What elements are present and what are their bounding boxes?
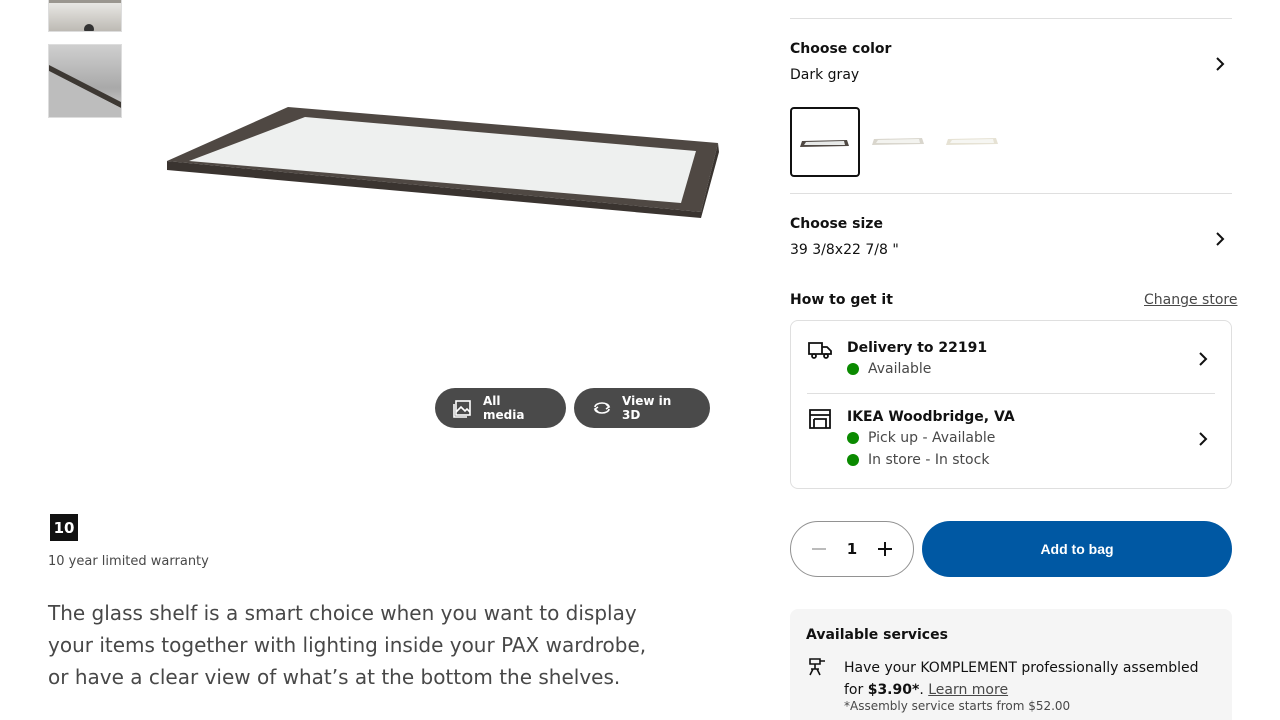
status-dot [847, 363, 859, 375]
increase-quantity-button[interactable] [875, 539, 895, 559]
chevron-right-icon[interactable] [1195, 351, 1211, 367]
delivery-title[interactable]: Delivery to 22191 [847, 340, 987, 356]
rotate-3d-icon [592, 398, 612, 418]
learn-more-link[interactable]: Learn more [928, 682, 1008, 698]
product-description: The glass shelf is a smart choice when y… [48, 601, 647, 689]
add-to-bag-button[interactable]: Add to bag [922, 521, 1232, 577]
status-dot [847, 432, 859, 444]
available-services-panel: Available services Have your KOMPLEMENT … [790, 609, 1232, 720]
decrease-quantity-button[interactable] [809, 539, 829, 559]
choose-size-heading[interactable]: Choose size [790, 216, 883, 232]
view-in-3d-label: View in 3D [622, 394, 672, 422]
selected-color: Dark gray [790, 67, 860, 83]
delivery-status: Available [847, 361, 931, 377]
chevron-right-icon[interactable] [1212, 56, 1228, 72]
minus-icon [812, 548, 826, 550]
delivery-status-text: Available [868, 361, 932, 377]
all-media-button[interactable]: All media [435, 388, 566, 428]
availability-card: Delivery to 22191 Available IKEA Woodbri… [790, 320, 1232, 489]
thumbnail-glass-edge-graphic [49, 65, 121, 117]
store-title[interactable]: IKEA Woodbridge, VA [847, 409, 1015, 425]
assembly-tool-icon [809, 658, 825, 676]
quantity-value[interactable]: 1 [847, 540, 857, 558]
gallery-icon [453, 398, 473, 418]
divider [790, 18, 1232, 19]
view-in-3d-button[interactable]: View in 3D [574, 388, 710, 428]
warranty-badge: 10 [50, 514, 78, 541]
assembly-footnote: *Assembly service starts from $52.00 [844, 699, 1071, 713]
selected-size: 39 3/8x22 7/8 " [790, 242, 899, 258]
color-swatch-dark-gray[interactable] [790, 107, 860, 177]
divider [807, 393, 1215, 394]
how-to-get-it-heading: How to get it [790, 292, 893, 308]
truck-icon [808, 342, 832, 359]
pickup-status: Pick up - Available [847, 430, 995, 446]
warranty-text: 10 year limited warranty [48, 554, 209, 569]
color-swatch-white-stained-oak[interactable] [938, 107, 1008, 177]
chevron-right-icon[interactable] [1212, 231, 1228, 247]
thumbnail-image-1[interactable] [48, 0, 122, 32]
thumbnail-shelf-interior-graphic [49, 0, 121, 31]
services-heading: Available services [806, 627, 948, 643]
color-swatch-white[interactable] [864, 107, 934, 177]
services-text-after: . [919, 682, 929, 698]
product-image [167, 107, 719, 218]
store-icon [809, 409, 831, 429]
change-store-link[interactable]: Change store [1144, 292, 1237, 308]
thumbnail-image-2[interactable] [48, 44, 122, 118]
divider [790, 193, 1232, 194]
pickup-status-text: Pick up - Available [868, 430, 996, 446]
instore-status-text: In store - In stock [868, 452, 990, 468]
chevron-right-icon[interactable] [1195, 431, 1211, 447]
choose-color-heading[interactable]: Choose color [790, 41, 891, 57]
status-dot [847, 454, 859, 466]
services-description: Have your KOMPLEMENT professionally asse… [844, 657, 1216, 701]
assembly-price: $3.90* [867, 682, 920, 698]
quantity-stepper: 1 [790, 521, 914, 577]
plus-icon [878, 542, 892, 556]
all-media-label: All media [483, 394, 525, 422]
instore-status: In store - In stock [847, 452, 989, 468]
